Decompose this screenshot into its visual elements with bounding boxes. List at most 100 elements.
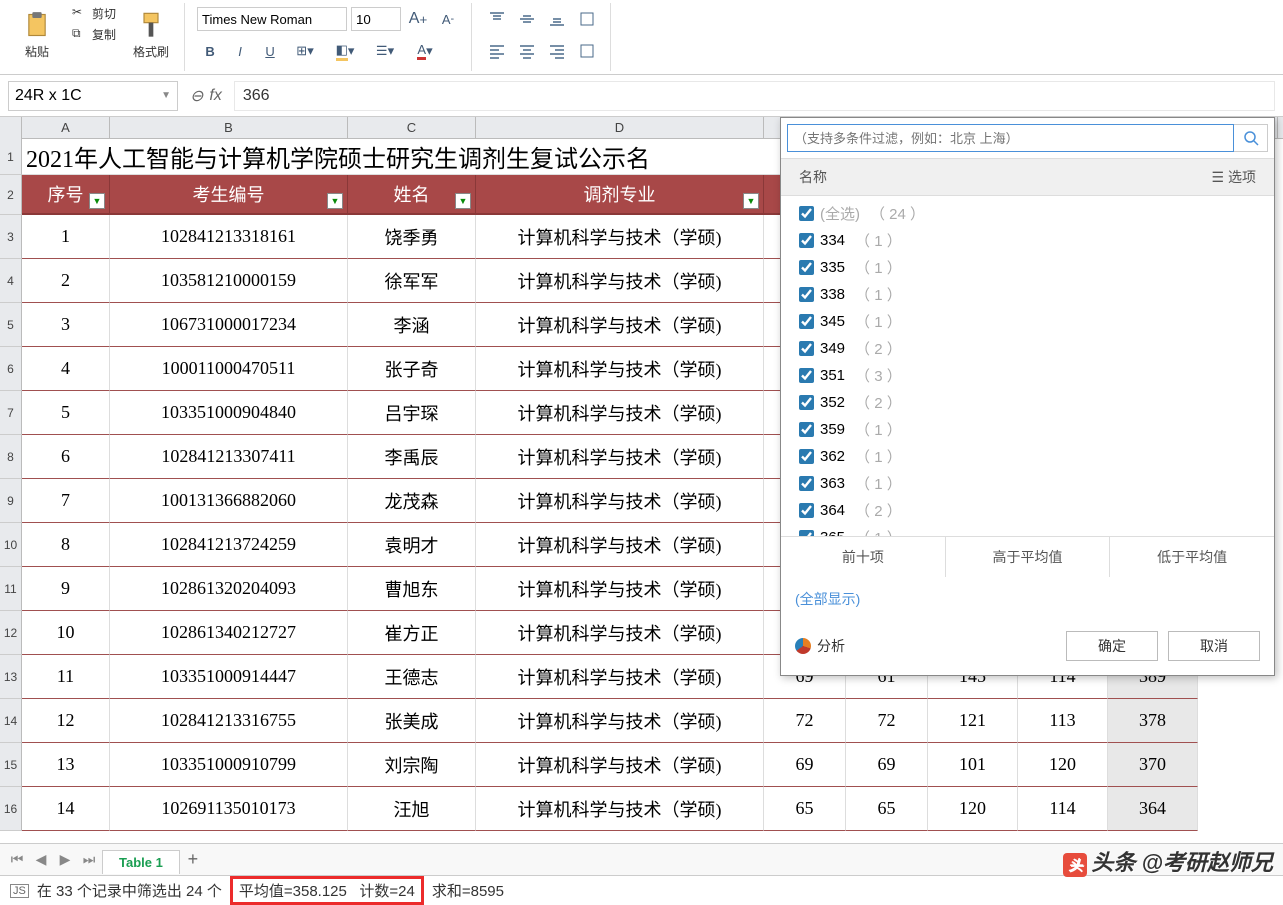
name-box[interactable]: 24R x 1C ▼	[8, 81, 178, 111]
table-cell[interactable]: 李涵	[348, 303, 476, 347]
table-cell[interactable]: 计算机科学与技术（学硕)	[476, 435, 764, 479]
filter-checkbox[interactable]	[799, 206, 814, 221]
table-cell[interactable]: 103581210000159	[110, 259, 348, 303]
next-sheet-button[interactable]: ▶	[54, 849, 76, 871]
filter-checkbox[interactable]	[799, 314, 814, 329]
row-header[interactable]: 15	[0, 743, 22, 787]
filter-checkbox-item[interactable]: 363 （ 1 ）	[781, 470, 1274, 497]
decrease-font-button[interactable]: A-	[435, 6, 461, 32]
filter-checkbox-item[interactable]: (全选) （ 24 ）	[781, 200, 1274, 227]
filter-checkbox[interactable]	[799, 422, 814, 437]
table-header[interactable]: 序号▼	[22, 175, 110, 215]
table-header[interactable]: 调剂专业▼	[476, 175, 764, 215]
table-cell[interactable]: 12	[22, 699, 110, 743]
align-left-button[interactable]	[484, 38, 510, 64]
table-cell[interactable]: 计算机科学与技术（学硕)	[476, 699, 764, 743]
filter-checkbox[interactable]	[799, 395, 814, 410]
font-color-button[interactable]: A▾	[407, 38, 443, 64]
row-header[interactable]: 5	[0, 303, 22, 347]
sheet-tab-active[interactable]: Table 1	[102, 850, 180, 874]
table-cell[interactable]: 8	[22, 523, 110, 567]
analyze-button[interactable]: 分析	[795, 636, 845, 656]
table-cell[interactable]: 121	[928, 699, 1018, 743]
filter-checkbox[interactable]	[799, 260, 814, 275]
table-cell[interactable]: 徐军军	[348, 259, 476, 303]
row-header[interactable]: 7	[0, 391, 22, 435]
row-header[interactable]: 10	[0, 523, 22, 567]
row-header[interactable]: 11	[0, 567, 22, 611]
orientation-button[interactable]	[574, 6, 600, 32]
filter-checkbox-item[interactable]: 359 （ 1 ）	[781, 416, 1274, 443]
top-ten-button[interactable]: 前十项	[781, 537, 946, 577]
filter-search-button[interactable]	[1234, 124, 1268, 152]
table-cell[interactable]: 364	[1108, 787, 1198, 831]
show-all-link[interactable]: (全部显示)	[781, 577, 1274, 621]
col-header-b[interactable]: B	[110, 117, 348, 138]
table-cell[interactable]: 14	[22, 787, 110, 831]
table-cell[interactable]: 113	[1018, 699, 1108, 743]
table-cell[interactable]: 袁明才	[348, 523, 476, 567]
table-cell[interactable]: 101	[928, 743, 1018, 787]
row-header[interactable]: 12	[0, 611, 22, 655]
increase-font-button[interactable]: A+	[405, 6, 431, 32]
cancel-button[interactable]: 取消	[1168, 631, 1260, 661]
align-middle-button[interactable]	[514, 6, 540, 32]
table-cell[interactable]: 11	[22, 655, 110, 699]
table-cell[interactable]: 102841213318161	[110, 215, 348, 259]
ok-button[interactable]: 确定	[1066, 631, 1158, 661]
table-cell[interactable]: 103351000914447	[110, 655, 348, 699]
filter-toggle-button[interactable]: ▼	[455, 193, 471, 209]
row-header[interactable]: 6	[0, 347, 22, 391]
filter-checkbox[interactable]	[799, 233, 814, 248]
row-header[interactable]: 1	[0, 139, 22, 175]
table-cell[interactable]: 69	[846, 743, 928, 787]
table-cell[interactable]: 1	[22, 215, 110, 259]
table-cell[interactable]: 106731000017234	[110, 303, 348, 347]
table-cell[interactable]: 10	[22, 611, 110, 655]
filter-checkbox-list[interactable]: (全选) （ 24 ） 334 （ 1 ） 335 （ 1 ） 338 （ 1 …	[781, 196, 1274, 536]
row-header[interactable]: 4	[0, 259, 22, 303]
table-header[interactable]: 姓名▼	[348, 175, 476, 215]
align-bottom-button[interactable]	[544, 6, 570, 32]
font-name-select[interactable]	[197, 7, 347, 31]
table-cell[interactable]: 102861320204093	[110, 567, 348, 611]
row-header[interactable]: 2	[0, 175, 22, 215]
table-cell[interactable]: 102841213307411	[110, 435, 348, 479]
table-cell[interactable]: 计算机科学与技术（学硕)	[476, 523, 764, 567]
filter-checkbox-item[interactable]: 364 （ 2 ）	[781, 497, 1274, 524]
fx-icon[interactable]: fx	[209, 87, 221, 105]
table-cell[interactable]: 120	[928, 787, 1018, 831]
borders-button[interactable]: ⊞▾	[287, 38, 323, 64]
formula-input[interactable]	[234, 81, 1275, 111]
filter-checkbox-item[interactable]: 338 （ 1 ）	[781, 281, 1274, 308]
format-painter-button[interactable]: 格式刷	[126, 3, 176, 67]
filter-checkbox-item[interactable]: 335 （ 1 ）	[781, 254, 1274, 281]
table-cell[interactable]: 3	[22, 303, 110, 347]
add-sheet-button[interactable]: +	[182, 849, 204, 871]
table-cell[interactable]: 计算机科学与技术（学硕)	[476, 391, 764, 435]
prev-sheet-button[interactable]: ◀	[30, 849, 52, 871]
table-cell[interactable]: 吕宇琛	[348, 391, 476, 435]
table-cell[interactable]: 114	[1018, 787, 1108, 831]
filter-toggle-button[interactable]: ▼	[743, 193, 759, 209]
table-cell[interactable]: 2	[22, 259, 110, 303]
row-header[interactable]: 8	[0, 435, 22, 479]
table-cell[interactable]: 王德志	[348, 655, 476, 699]
first-sheet-button[interactable]: ⏮	[6, 849, 28, 871]
table-cell[interactable]: 曹旭东	[348, 567, 476, 611]
row-header[interactable]: 3	[0, 215, 22, 259]
filter-checkbox[interactable]	[799, 287, 814, 302]
italic-button[interactable]: I	[227, 38, 253, 64]
filter-checkbox-item[interactable]: 352 （ 2 ）	[781, 389, 1274, 416]
table-cell[interactable]: 102841213724259	[110, 523, 348, 567]
table-cell[interactable]: 65	[846, 787, 928, 831]
table-cell[interactable]: 4	[22, 347, 110, 391]
copy-button[interactable]: ⧉复制	[68, 24, 120, 44]
table-cell[interactable]: 张美成	[348, 699, 476, 743]
table-cell[interactable]: 370	[1108, 743, 1198, 787]
table-cell[interactable]: 计算机科学与技术（学硕)	[476, 259, 764, 303]
table-cell[interactable]: 计算机科学与技术（学硕)	[476, 611, 764, 655]
filter-toggle-button[interactable]: ▼	[327, 193, 343, 209]
filter-checkbox-item[interactable]: 334 （ 1 ）	[781, 227, 1274, 254]
row-header[interactable]: 13	[0, 655, 22, 699]
